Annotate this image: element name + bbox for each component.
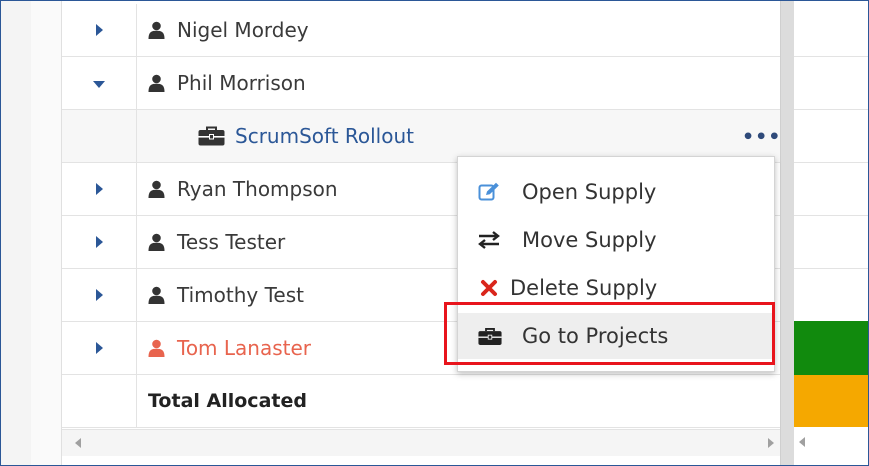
grid-line xyxy=(794,162,868,163)
table-row[interactable]: Nigel Mordey xyxy=(62,4,780,57)
left-gutter xyxy=(1,1,31,465)
more-options-button[interactable]: ••• xyxy=(742,128,781,147)
briefcase-icon xyxy=(478,327,502,345)
timeline-panel xyxy=(794,1,868,465)
menu-item-label: Open Supply xyxy=(522,180,657,204)
menu-item-label: Go to Projects xyxy=(522,324,669,348)
expand-arrow-icon[interactable] xyxy=(96,24,103,36)
scroll-left-icon[interactable] xyxy=(75,438,81,448)
project-link[interactable]: ScrumSoft Rollout xyxy=(235,124,414,148)
user-icon xyxy=(148,286,165,304)
resource-name: Ryan Thompson xyxy=(177,177,338,201)
expander-cell xyxy=(62,57,137,109)
name-cell: Timothy Test xyxy=(148,269,304,321)
splitter-handle[interactable] xyxy=(780,1,795,465)
scroll-right-icon[interactable] xyxy=(768,438,774,448)
user-icon xyxy=(148,74,165,92)
expand-arrow-icon[interactable] xyxy=(96,183,103,195)
resource-name: Phil Morrison xyxy=(177,71,306,95)
grid-line xyxy=(794,109,868,110)
grid-line xyxy=(794,268,868,269)
resource-name: Timothy Test xyxy=(177,283,304,307)
expander-cell xyxy=(62,4,137,56)
context-menu: Open Supply Move Supply Delete Supply Go… xyxy=(457,156,775,372)
grid-line xyxy=(794,215,868,216)
expander-cell xyxy=(62,322,137,374)
resource-name: Tess Tester xyxy=(177,230,286,254)
expander-cell xyxy=(62,163,137,215)
scroll-left-icon[interactable] xyxy=(799,437,805,447)
name-cell: Tess Tester xyxy=(148,216,285,268)
total-row: Total Allocated xyxy=(62,375,780,428)
expand-arrow-icon[interactable] xyxy=(96,236,103,248)
menu-item-label: Move Supply xyxy=(522,228,657,252)
expander-cell xyxy=(62,269,137,321)
app-frame: Nigel Mordey Phil Morrison ScrumSoft Rol… xyxy=(0,0,869,466)
total-allocation-bar[interactable] xyxy=(794,375,868,427)
name-cell: Phil Morrison xyxy=(148,57,306,109)
menu-item-open-supply[interactable]: Open Supply xyxy=(458,169,774,215)
menu-item-go-to-projects[interactable]: Go to Projects xyxy=(458,313,774,359)
menu-item-label: Delete Supply xyxy=(510,276,658,300)
expand-arrow-icon[interactable] xyxy=(96,289,103,301)
total-label: Total Allocated xyxy=(148,390,307,412)
table-row[interactable]: Phil Morrison xyxy=(62,57,780,110)
resource-name: Nigel Mordey xyxy=(177,18,309,42)
menu-item-move-supply[interactable]: Move Supply xyxy=(458,217,774,263)
user-icon xyxy=(148,180,165,198)
allocation-bar[interactable] xyxy=(794,321,868,375)
name-cell: Tom Lanaster xyxy=(148,322,311,374)
briefcase-icon xyxy=(198,126,225,146)
horizontal-scrollbar[interactable] xyxy=(62,429,780,456)
expander-cell xyxy=(62,216,137,268)
swap-icon xyxy=(478,231,500,249)
collapse-arrow-icon[interactable] xyxy=(93,81,105,88)
user-icon xyxy=(148,233,165,251)
grid-line xyxy=(794,56,868,57)
resource-name: Tom Lanaster xyxy=(177,336,312,360)
total-cell: Total Allocated xyxy=(148,375,307,427)
name-cell: Nigel Mordey xyxy=(148,4,309,56)
warning-user-icon xyxy=(148,339,165,357)
menu-item-delete-supply[interactable]: Delete Supply xyxy=(458,265,774,311)
user-icon xyxy=(148,21,165,39)
project-cell: ScrumSoft Rollout xyxy=(198,110,414,162)
delete-icon xyxy=(481,280,497,296)
expander-cell xyxy=(62,375,137,427)
expand-arrow-icon[interactable] xyxy=(96,342,103,354)
expander-cell xyxy=(62,110,137,162)
edit-icon xyxy=(478,182,499,201)
name-cell: Ryan Thompson xyxy=(148,163,338,215)
